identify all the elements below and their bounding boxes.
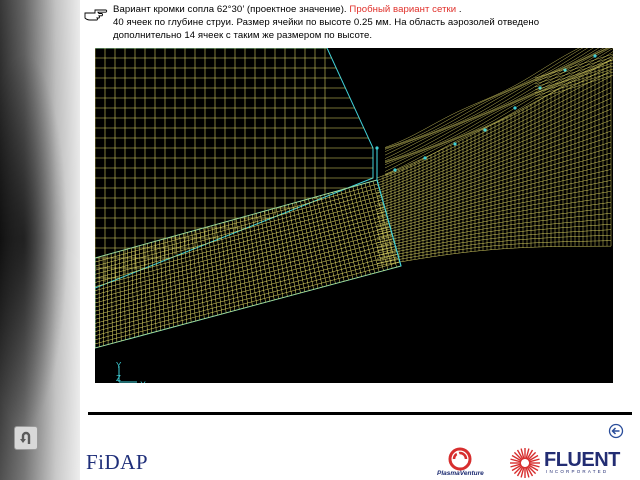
mesh-drawing: Y Z X (94, 31, 614, 390)
left-sidebar (0, 0, 80, 480)
caption-line3: дополнительно 14 ячеек с таким же размер… (113, 30, 373, 41)
fluent-subtitle: INCORPORATED (546, 469, 609, 474)
axis-triad: Y Z X (116, 361, 146, 390)
caption-text: Вариант кромки сопла 62°30’ (проектное з… (113, 3, 633, 42)
pointing-hand-icon (84, 9, 108, 21)
return-button[interactable] (14, 426, 38, 450)
plasma-venture-text: PlasmaVenture (437, 470, 484, 477)
fluent-starburst-icon (510, 448, 540, 478)
back-arrow-circle-icon (608, 423, 624, 439)
caption-highlight: Пробный вариант сетки (349, 4, 457, 15)
axis-x-label: X (140, 380, 146, 383)
mesh-view[interactable]: Y Z X (94, 31, 614, 390)
fidap-logo: FiDAP (86, 450, 149, 474)
back-button[interactable] (608, 423, 624, 439)
axis-z-label: Z (116, 374, 121, 383)
axis-y-label: Y (116, 361, 122, 370)
u-turn-arrow-icon (20, 431, 31, 444)
caption-line1-suffix: . (456, 4, 462, 15)
caption-line1-prefix: Вариант кромки сопла 62°30’ (проектное з… (113, 4, 350, 15)
caption-line2: 40 ячеек по глубине струи. Размер ячейки… (113, 17, 540, 28)
divider (88, 412, 632, 415)
